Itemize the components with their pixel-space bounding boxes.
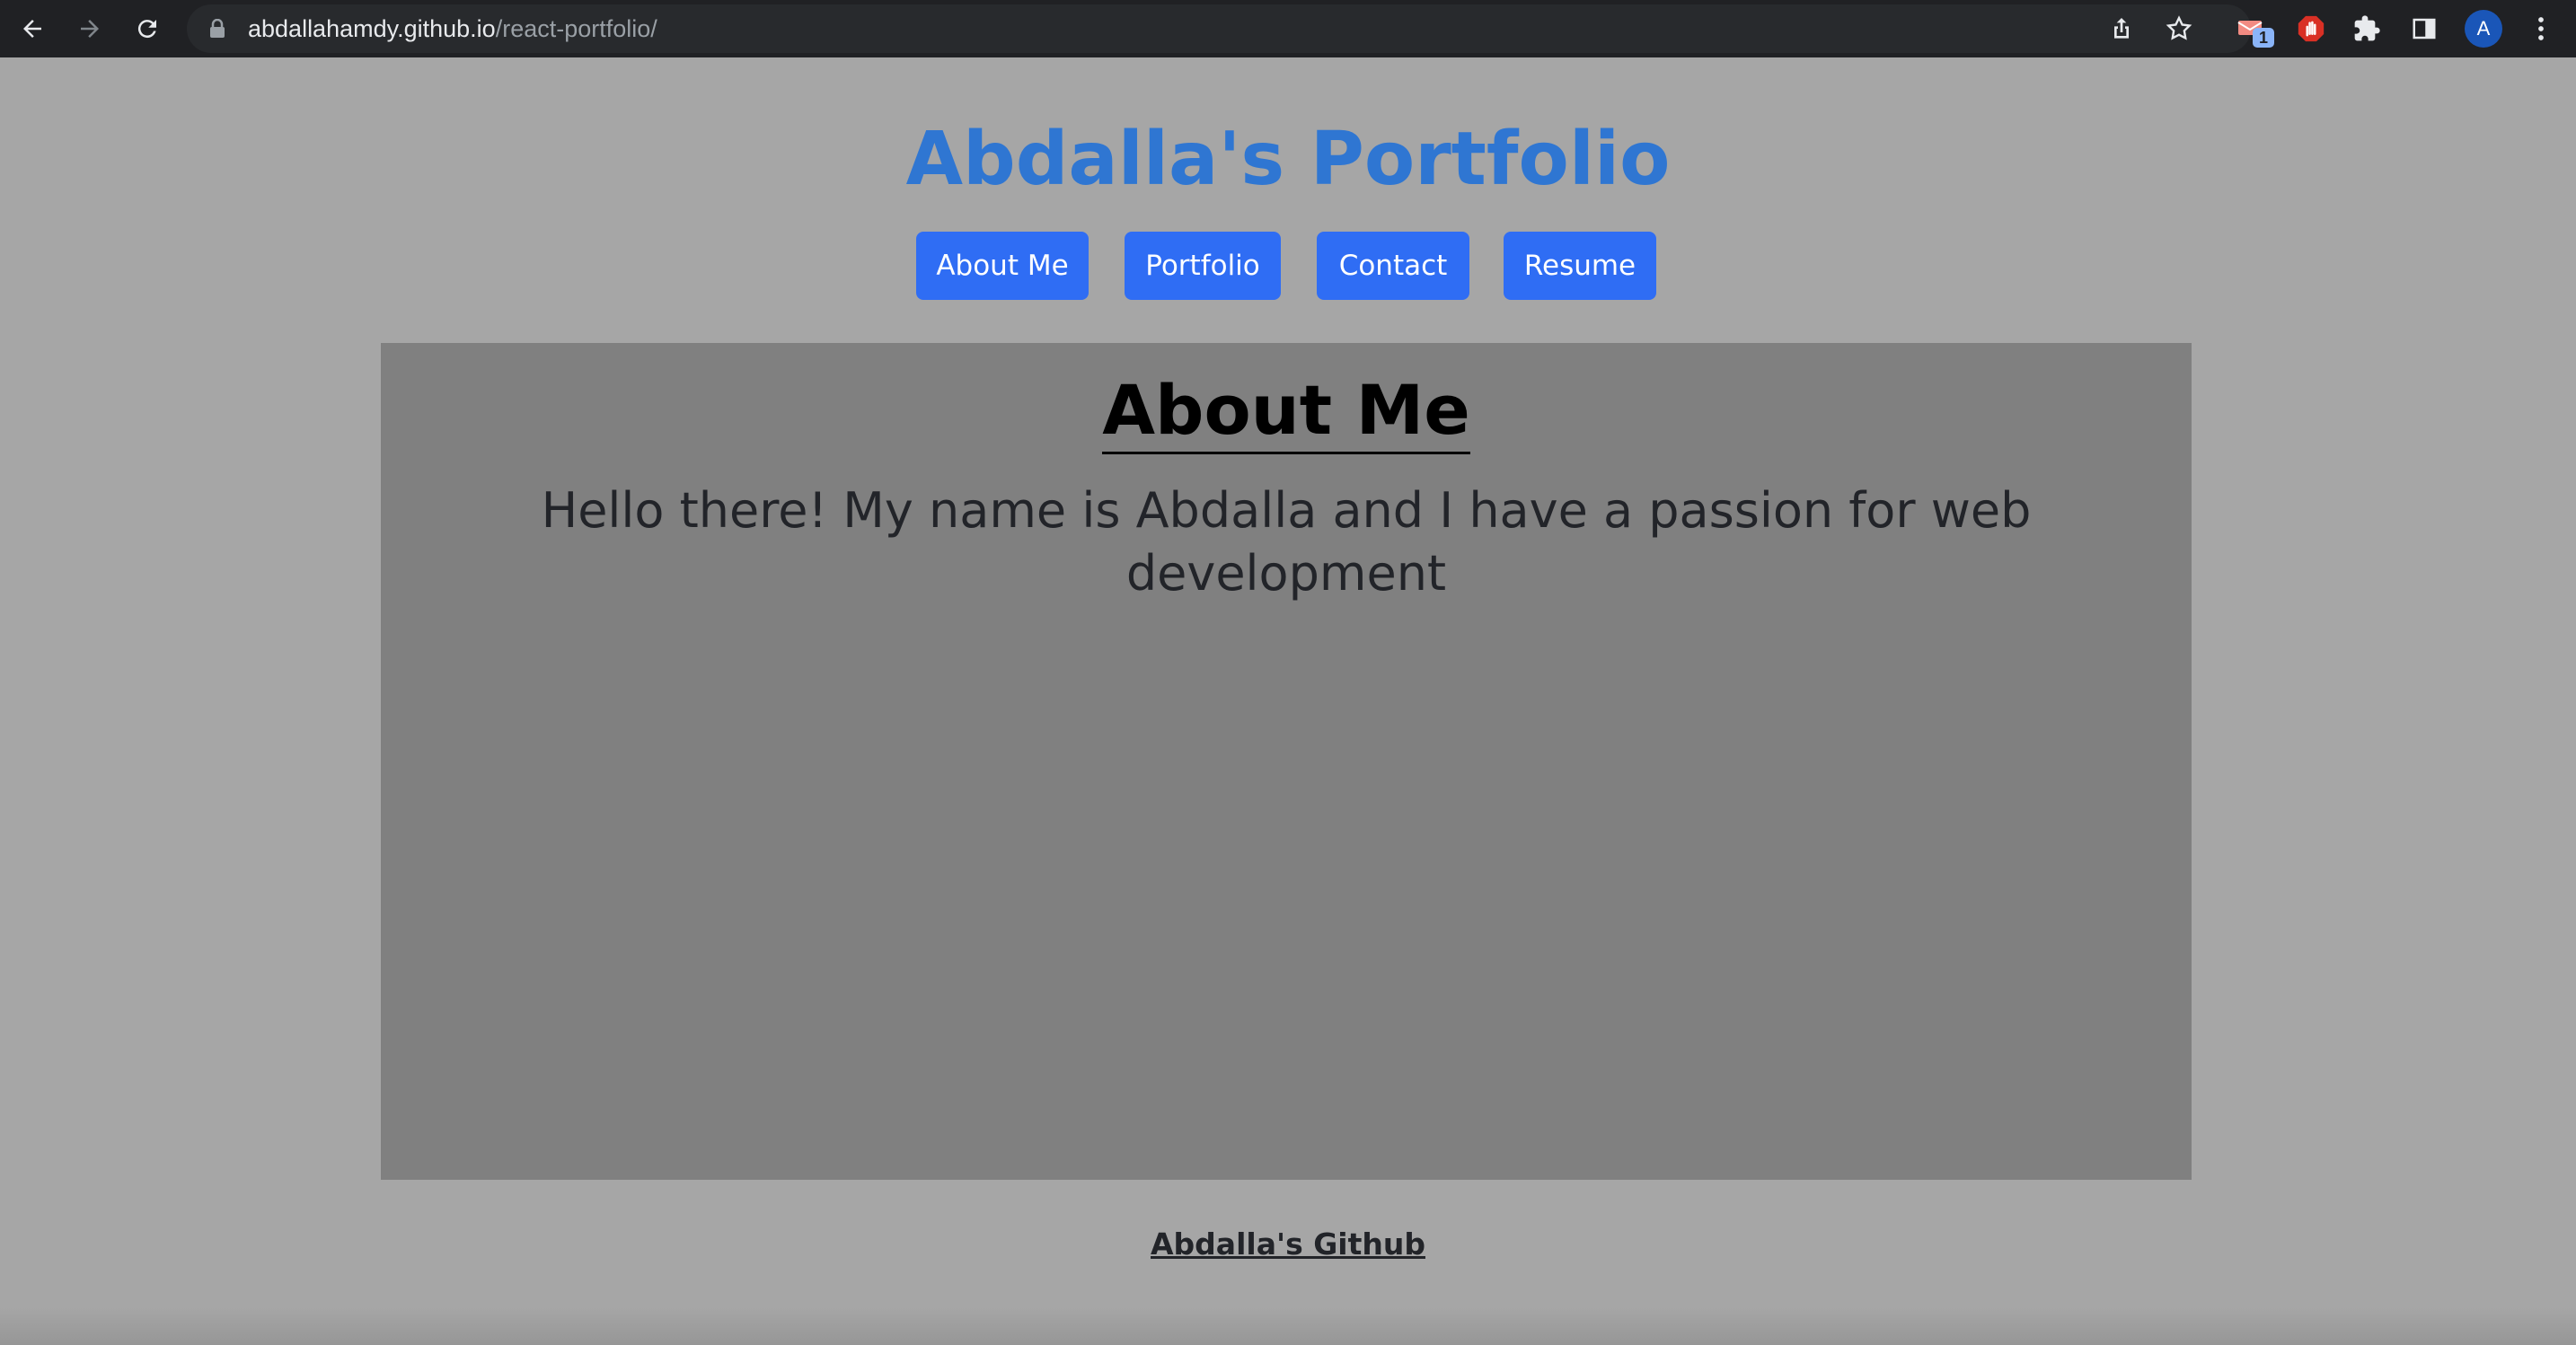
about-me-text: Hello there! My name is Abdalla and I ha…: [541, 482, 2032, 602]
back-button[interactable]: [11, 7, 54, 50]
about-me-section: About Me Hello there! My name is Abdalla…: [381, 343, 2192, 1180]
hand-stop-icon: [2298, 15, 2325, 42]
menu-button[interactable]: [2522, 10, 2560, 48]
adblock-icon[interactable]: [2292, 10, 2330, 48]
nav-portfolio-button[interactable]: Portfolio: [1125, 232, 1281, 300]
section-heading: About Me: [381, 370, 2192, 454]
nav-resume-button[interactable]: Resume: [1504, 232, 1656, 300]
reload-icon: [137, 20, 156, 39]
forward-icon: [81, 20, 99, 38]
url-host: abdallahamdy.github.io: [248, 15, 496, 42]
nav-contact-button[interactable]: Contact: [1317, 232, 1469, 300]
browser-toolbar: abdallahamdy.github.io/react-portfolio/ …: [0, 0, 2576, 57]
profile-avatar[interactable]: A: [2465, 10, 2502, 48]
reload-button[interactable]: [126, 7, 169, 50]
forward-button[interactable]: [68, 7, 111, 50]
menu-icon: [2538, 17, 2544, 40]
url-text[interactable]: abdallahamdy.github.io/react-portfolio/: [248, 4, 657, 53]
section-heading-text: About Me: [1102, 370, 1470, 454]
back-icon: [23, 20, 41, 38]
main-nav: About Me Portfolio Contact Resume: [0, 232, 2576, 300]
side-panel-button[interactable]: [2405, 10, 2443, 48]
share-icon[interactable]: [2107, 14, 2136, 43]
puzzle-icon: [2354, 15, 2380, 41]
extension-badge: 1: [2253, 28, 2274, 48]
star-icon[interactable]: [2165, 14, 2193, 43]
github-link[interactable]: Abdalla's Github: [0, 1225, 2576, 1264]
bottom-shadow: [0, 1307, 2576, 1345]
address-bar[interactable]: abdallahamdy.github.io/react-portfolio/: [187, 4, 2251, 53]
site-title: Abdalla's Portfolio: [905, 117, 1671, 202]
puzzle-button[interactable]: [2348, 10, 2386, 48]
url-path: /react-portfolio/: [495, 15, 657, 42]
lock-icon: [210, 19, 225, 38]
side-panel-icon: [2413, 18, 2436, 40]
nav-about-me-button[interactable]: About Me: [916, 232, 1089, 300]
